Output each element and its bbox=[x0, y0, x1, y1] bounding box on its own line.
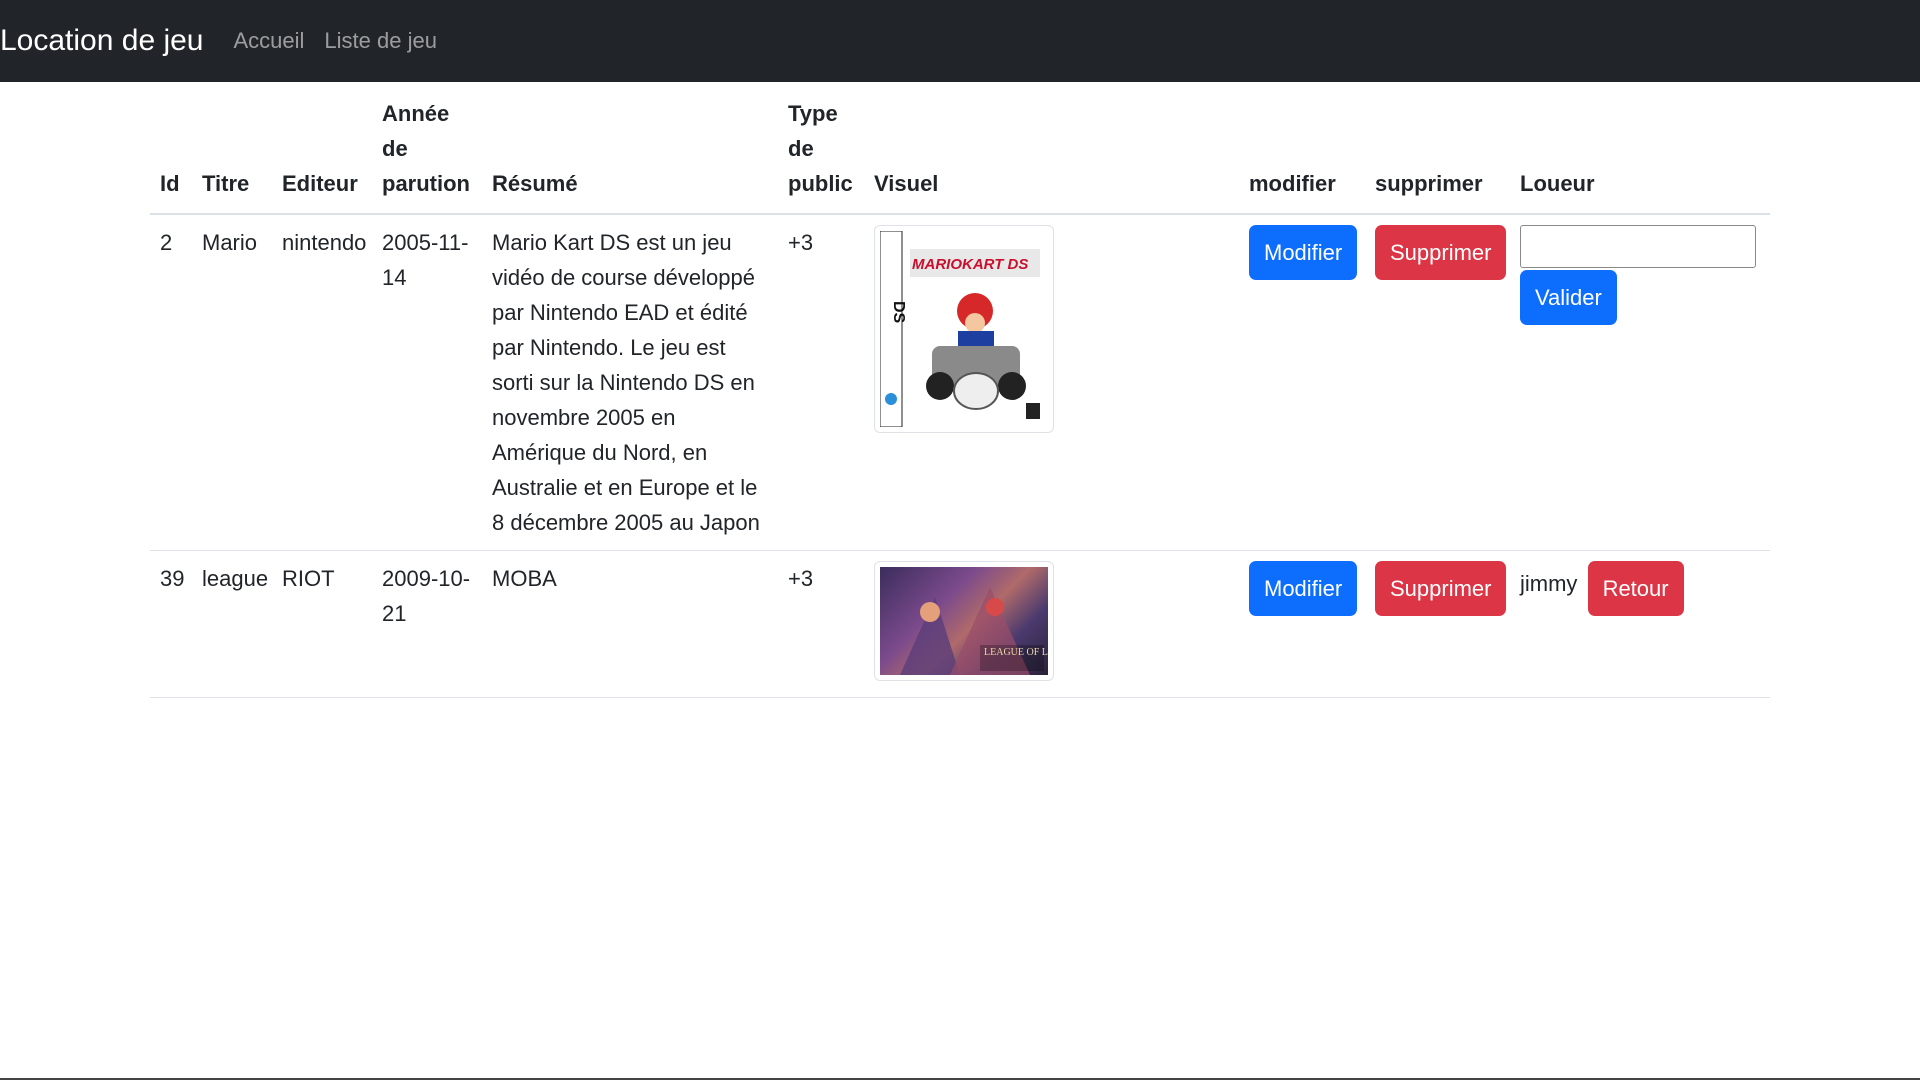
league-cover-art: LEAGUE OF LEGENDS bbox=[900, 587, 1048, 675]
cell-editeur: RIOT bbox=[272, 550, 372, 698]
header-loueur: Loueur bbox=[1510, 82, 1770, 215]
cell-id: 2 bbox=[150, 214, 192, 551]
retour-button[interactable]: Retour bbox=[1587, 561, 1684, 616]
nav-link-accueil[interactable]: Accueil bbox=[234, 28, 305, 54]
cell-supprimer: Supprimer bbox=[1365, 550, 1510, 698]
svg-text:LEAGUE OF LEGENDS: LEAGUE OF LEGENDS bbox=[984, 647, 1048, 658]
cell-modifier: Modifier bbox=[1239, 214, 1365, 551]
cell-visuel: DS MARIOKART DS bbox=[864, 214, 1239, 551]
cell-editeur: nintendo bbox=[272, 214, 372, 551]
table-header-row: Id Titre Editeur Année de parution Résumé… bbox=[150, 82, 1770, 215]
main-content: Id Titre Editeur Année de parution Résumé… bbox=[150, 82, 1770, 698]
cell-supprimer: Supprimer bbox=[1365, 214, 1510, 551]
cell-titre: Mario bbox=[192, 214, 272, 551]
header-titre: Titre bbox=[192, 82, 272, 215]
modifier-button[interactable]: Modifier bbox=[1249, 561, 1358, 616]
cell-type: +3 bbox=[778, 550, 864, 698]
table-row: 2 Mario nintendo 2005-11-14 Mario Kart D… bbox=[150, 214, 1770, 551]
valider-button[interactable]: Valider bbox=[1520, 270, 1617, 325]
header-type-public: Type de public bbox=[778, 82, 864, 215]
header-annee: Année de parution bbox=[372, 82, 482, 215]
game-cover-thumbnail: LEAGUE OF LEGENDS bbox=[874, 561, 1054, 681]
games-table: Id Titre Editeur Année de parution Résumé… bbox=[150, 82, 1770, 698]
cell-annee: 2005-11-14 bbox=[372, 214, 482, 551]
supprimer-button[interactable]: Supprimer bbox=[1375, 561, 1507, 616]
cell-titre: league bbox=[192, 550, 272, 698]
cell-loueur: jimmy Retour bbox=[1510, 550, 1770, 698]
cell-annee: 2009-10-21 bbox=[372, 550, 482, 698]
cell-resume: MOBA bbox=[482, 550, 778, 698]
cell-type: +3 bbox=[778, 214, 864, 551]
loueur-input[interactable] bbox=[1520, 225, 1756, 268]
modifier-button[interactable]: Modifier bbox=[1249, 225, 1358, 280]
cell-modifier: Modifier bbox=[1239, 550, 1365, 698]
cell-loueur: Valider bbox=[1510, 214, 1770, 551]
cell-id: 39 bbox=[150, 550, 192, 698]
svg-text:MARIOKART DS: MARIOKART DS bbox=[912, 256, 1028, 273]
header-editeur: Editeur bbox=[272, 82, 372, 215]
header-resume: Résumé bbox=[482, 82, 778, 215]
header-visuel: Visuel bbox=[864, 82, 1239, 215]
game-cover-thumbnail: DS MARIOKART DS bbox=[874, 225, 1054, 433]
mario-kart-cover-art: DS MARIOKART DS bbox=[880, 231, 1048, 427]
loueur-name: jimmy bbox=[1520, 571, 1578, 596]
header-supprimer: supprimer bbox=[1365, 82, 1510, 215]
header-modifier: modifier bbox=[1239, 82, 1365, 215]
svg-text:DS: DS bbox=[890, 301, 907, 324]
header-id: Id bbox=[150, 82, 192, 215]
supprimer-button[interactable]: Supprimer bbox=[1375, 225, 1507, 280]
cell-visuel: LEAGUE OF LEGENDS bbox=[864, 550, 1239, 698]
league-of-legends-cover-icon: LEAGUE OF LEGENDS bbox=[880, 567, 1048, 675]
table-row: 39 league RIOT 2009-10-21 MOBA +3 LEAGUE… bbox=[150, 550, 1770, 698]
navbar: Location de jeu Accueil Liste de jeu bbox=[0, 0, 1920, 82]
nav-link-liste-de-jeu[interactable]: Liste de jeu bbox=[324, 28, 437, 54]
cell-resume: Mario Kart DS est un jeu vidéo de course… bbox=[482, 214, 778, 551]
mario-kart-ds-cover-icon: DS MARIOKART DS bbox=[880, 231, 1048, 427]
navbar-brand[interactable]: Location de jeu bbox=[0, 24, 204, 58]
